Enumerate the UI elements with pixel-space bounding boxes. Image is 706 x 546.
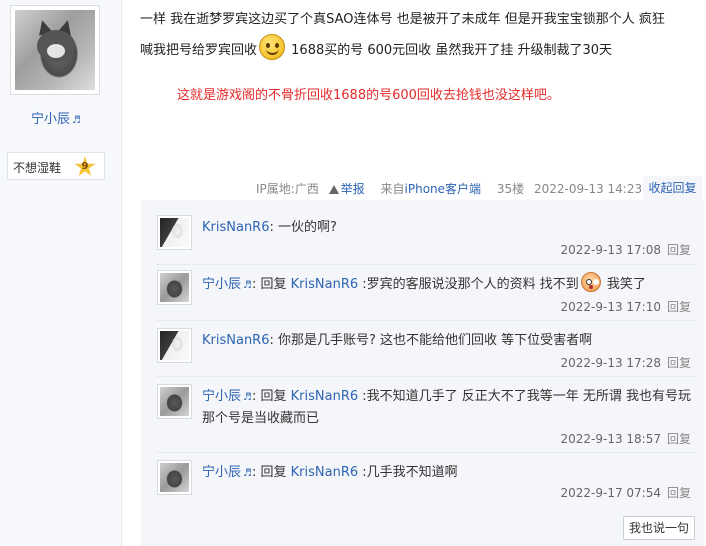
reply-avatar[interactable] bbox=[157, 460, 192, 495]
reply-avatar[interactable] bbox=[157, 215, 192, 250]
collapse-replies-button[interactable]: 收起回复 bbox=[643, 176, 702, 200]
badge-label: 不想湿鞋 bbox=[13, 161, 62, 175]
reply-button[interactable]: 回复 bbox=[667, 486, 691, 500]
reply-time: 2022-9-13 17:10 bbox=[560, 300, 661, 314]
reply-target-link[interactable]: KrisNanR6 bbox=[291, 277, 359, 292]
reply-list: KrisNanR6: 一伙的啊? 2022-9-13 17:08 回复 宁小辰 ♬:… bbox=[141, 200, 704, 546]
level-number: 9 bbox=[81, 161, 89, 172]
post-line-1: 一样 我在逝梦罗宾这边买了个真SAO连体号 也是被开了未成年 但是开我宝宝锁那个… bbox=[140, 12, 665, 27]
reply-button[interactable]: 回复 bbox=[667, 432, 691, 446]
user-panel: 宁小辰 ♬ 不想湿鞋 9 bbox=[0, 0, 122, 546]
music-note-icon: ♬ bbox=[72, 115, 81, 126]
music-note-icon: ♬ bbox=[243, 392, 252, 403]
post-content: 一样 我在逝梦罗宾这边买了个真SAO连体号 也是被开了未成年 但是开我宝宝锁那个… bbox=[140, 6, 700, 65]
reply-time: 2022-9-13 18:57 bbox=[560, 432, 661, 446]
reply-text: :罗宾的客服说没那个人的资料 找不到 bbox=[358, 277, 579, 292]
username-link[interactable]: 宁小辰 ♬ bbox=[0, 108, 112, 127]
divider bbox=[157, 320, 697, 321]
add-reply-button[interactable]: 我也说一句 bbox=[623, 516, 695, 540]
reply-text: 你那是几手账号? 这也不能给他们回收 等下位受害者啊 bbox=[278, 333, 593, 348]
warning-icon bbox=[328, 185, 339, 194]
post-line-2: 喊我把号给罗宾回收 1688买的号 600元回收 虽然我开了挂 升级制裁了30天 bbox=[140, 34, 700, 65]
reply-time: 2022-9-13 17:08 bbox=[560, 243, 661, 257]
reply-time: 2022-9-17 07:54 bbox=[560, 486, 661, 500]
member-badge[interactable]: 不想湿鞋 9 bbox=[7, 152, 105, 180]
smiley-emoji-icon bbox=[259, 34, 286, 60]
post-red-comment: 这就是游戏阁的不骨折回收1688的号600回收去抢钱也没这样吧。 bbox=[177, 88, 560, 103]
music-note-icon: ♬ bbox=[243, 280, 252, 291]
reply-text: :几手我不知道啊 bbox=[358, 465, 458, 480]
user-avatar[interactable] bbox=[10, 5, 100, 95]
reply-time: 2022-9-13 17:28 bbox=[560, 356, 661, 370]
client-source: 来自iPhone客户端 bbox=[380, 182, 482, 196]
divider bbox=[157, 452, 697, 453]
client-link[interactable]: iPhone客户端 bbox=[405, 182, 482, 196]
reply-avatar[interactable] bbox=[157, 328, 192, 363]
reply-username[interactable]: KrisNanR6 bbox=[202, 333, 270, 348]
reply-username[interactable]: KrisNanR6 bbox=[202, 220, 270, 235]
reply-avatar[interactable] bbox=[157, 384, 192, 419]
divider bbox=[157, 376, 697, 377]
music-note-icon: ♬ bbox=[243, 468, 252, 479]
shocked-emoji-icon bbox=[580, 272, 601, 292]
report-link[interactable]: 举报 bbox=[328, 182, 371, 196]
reply-button[interactable]: 回复 bbox=[667, 243, 691, 257]
reply-button[interactable]: 回复 bbox=[667, 356, 691, 370]
reply-username[interactable]: 宁小辰 bbox=[202, 277, 241, 292]
floor-number: 35楼 bbox=[496, 182, 525, 196]
reply-target-link[interactable]: KrisNanR6 bbox=[291, 389, 359, 404]
reply-target-link[interactable]: KrisNanR6 bbox=[291, 465, 359, 480]
level-star-icon: 9 bbox=[74, 156, 96, 178]
reply-avatar[interactable] bbox=[157, 270, 192, 305]
post-time: 2022-09-13 14:23 bbox=[533, 182, 643, 196]
divider bbox=[157, 264, 697, 265]
post-meta: IP属地:广西 举报 来自iPhone客户端 35楼 2022-09-13 14… bbox=[256, 180, 648, 197]
reply-username[interactable]: 宁小辰 bbox=[202, 465, 241, 480]
ip-location: IP属地:广西 bbox=[256, 182, 319, 196]
reply-username[interactable]: 宁小辰 bbox=[202, 389, 241, 404]
reply-text: 一伙的啊? bbox=[278, 220, 337, 235]
reply-button[interactable]: 回复 bbox=[667, 300, 691, 314]
